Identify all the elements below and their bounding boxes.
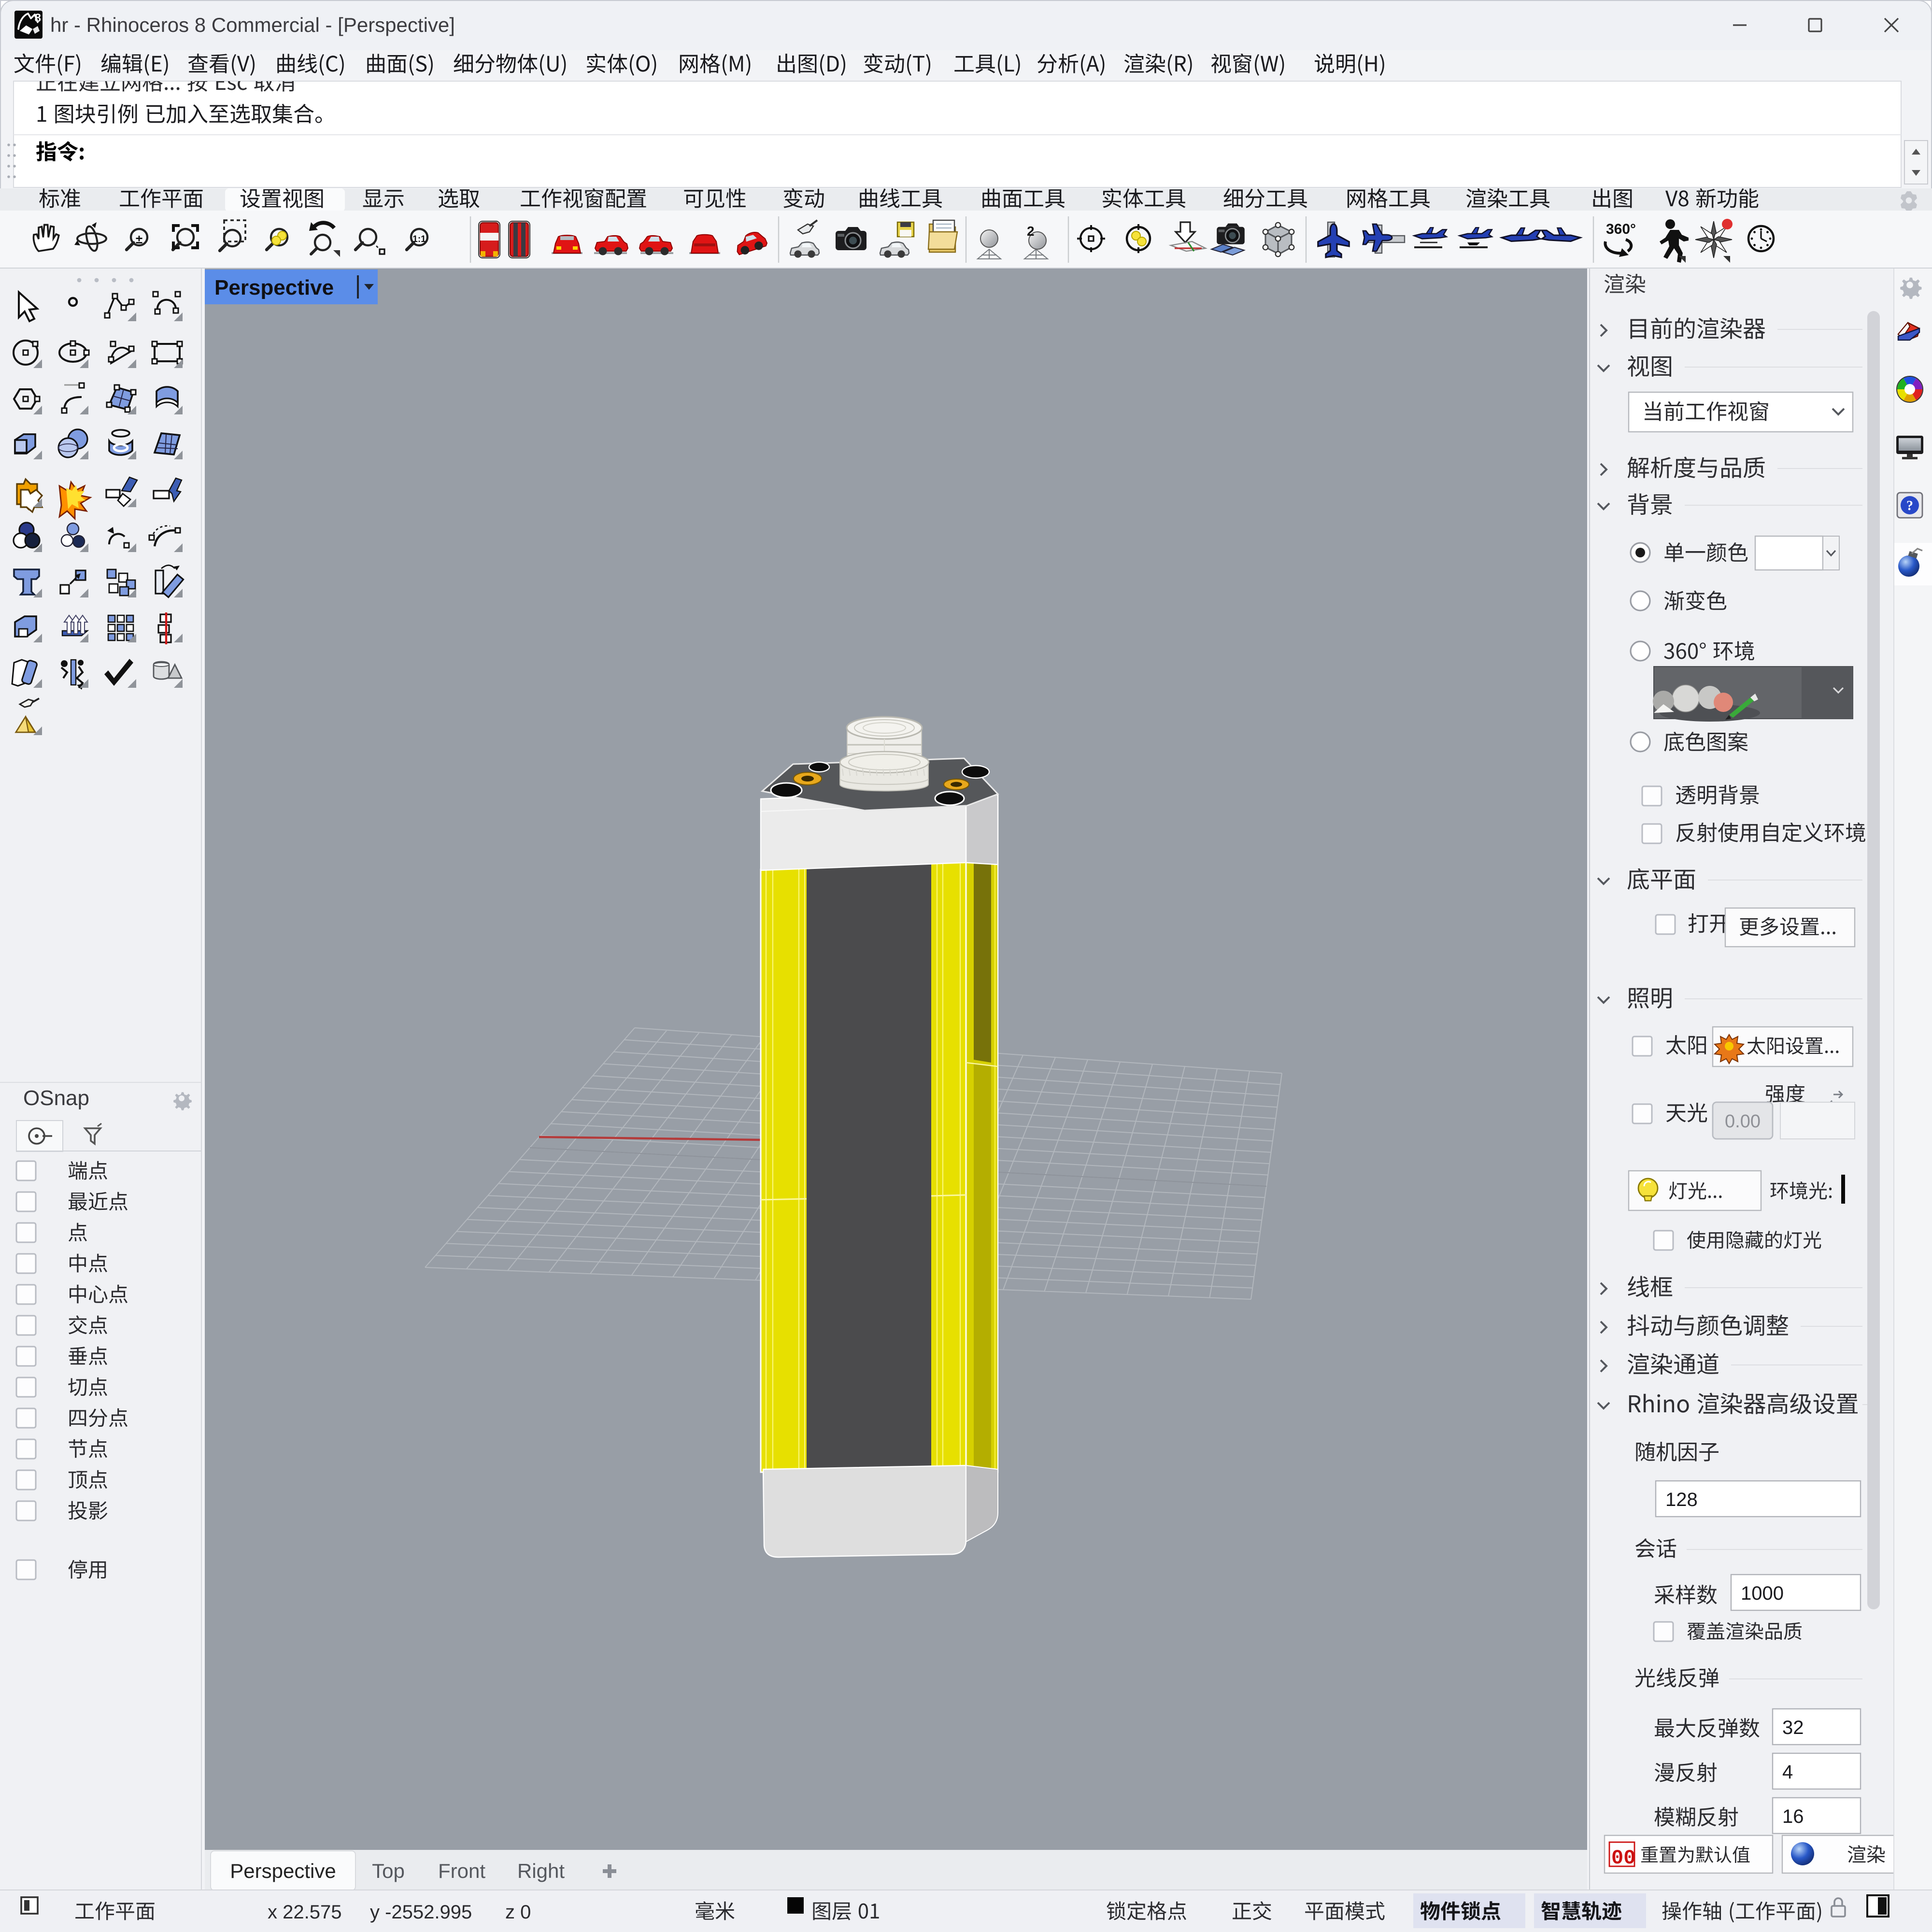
svg-text:360°: 360° bbox=[1606, 221, 1636, 237]
svg-text:1000: 1000 bbox=[1741, 1583, 1784, 1604]
svg-text:Perspective: Perspective bbox=[230, 1860, 336, 1882]
svg-text:8: 8 bbox=[35, 12, 41, 25]
svg-text:hr - Rhinoceros 8 Commercial -: hr - Rhinoceros 8 Commercial - [Perspect… bbox=[50, 14, 455, 36]
svg-text:x 22.575: x 22.575 bbox=[268, 1902, 341, 1923]
svg-text:32: 32 bbox=[1782, 1717, 1804, 1738]
svg-text:Top: Top bbox=[372, 1860, 405, 1882]
svg-text:y -2552.995: y -2552.995 bbox=[370, 1902, 472, 1923]
svg-text:OSnap: OSnap bbox=[23, 1086, 89, 1110]
svg-text:2: 2 bbox=[1027, 224, 1035, 239]
svg-text:128: 128 bbox=[1665, 1489, 1698, 1510]
svg-text:1:1: 1:1 bbox=[412, 234, 426, 244]
svg-text:?: ? bbox=[1906, 498, 1913, 513]
svg-text:0.00: 0.00 bbox=[1725, 1111, 1761, 1132]
svg-text:4: 4 bbox=[1782, 1762, 1793, 1783]
svg-text:±: ± bbox=[136, 232, 142, 246]
svg-text:Right: Right bbox=[517, 1860, 565, 1882]
svg-text:16: 16 bbox=[1782, 1806, 1804, 1827]
svg-text:Perspective: Perspective bbox=[214, 276, 334, 299]
svg-text:z 0: z 0 bbox=[505, 1902, 531, 1923]
svg-text:Front: Front bbox=[438, 1860, 485, 1882]
